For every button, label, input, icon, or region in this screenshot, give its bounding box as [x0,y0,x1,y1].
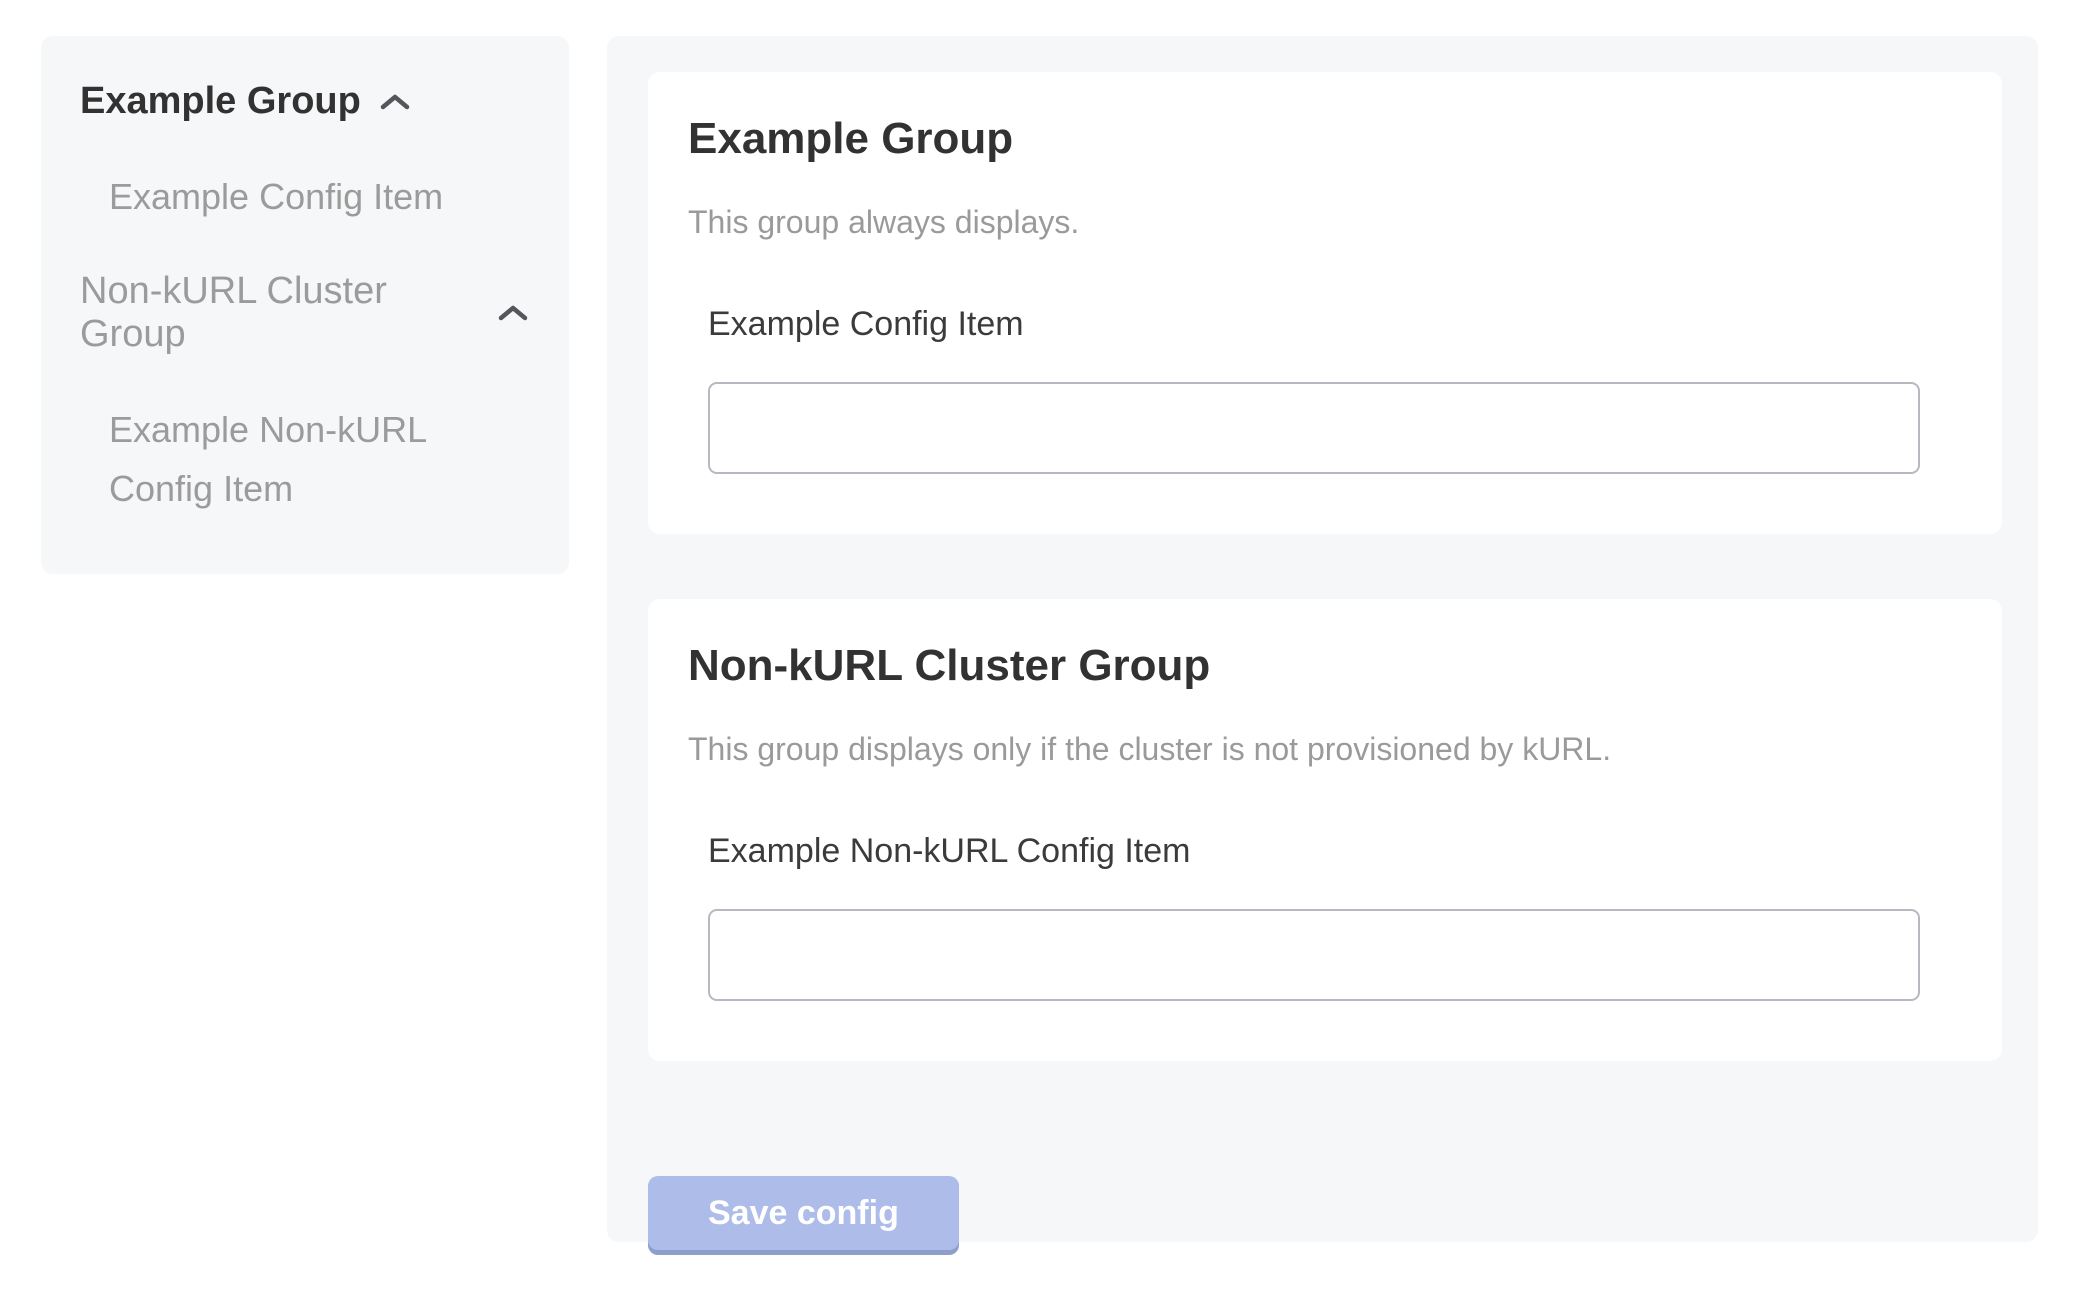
sidebar-item-label: Example Non-kURL Config Item [109,409,426,509]
group-description: This group always displays. [688,204,1962,241]
config-item: Example Non-kURL Config Item [708,832,1962,1001]
group-title: Example Group [688,114,1962,164]
save-config-button[interactable]: Save config [648,1176,959,1250]
group-title: Non-kURL Cluster Group [688,641,1962,691]
config-sidebar: Example Group Example Config Item Non-kU… [41,36,569,574]
chevron-up-icon[interactable] [497,303,529,323]
config-item-label: Example Non-kURL Config Item [708,832,1962,871]
config-group-card-non-kurl-cluster-group: Non-kURL Cluster Group This group displa… [648,599,2002,1061]
group-description: This group displays only if the cluster … [688,731,1962,768]
sidebar-group-label: Non-kURL Cluster Group [80,270,479,356]
sidebar-group-label: Example Group [80,80,361,123]
config-group-card-example-group: Example Group This group always displays… [648,72,2002,534]
config-page: Example Group Example Config Item Non-kU… [0,0,2084,1242]
sidebar-group-non-kurl-cluster-group[interactable]: Non-kURL Cluster Group [80,270,529,356]
config-item: Example Config Item [708,305,1962,474]
chevron-up-icon[interactable] [379,92,411,112]
config-main-panel: Example Group This group always displays… [607,36,2038,1242]
sidebar-group-example-group[interactable]: Example Group [80,80,529,123]
sidebar-item-example-non-kurl-config-item[interactable]: Example Non-kURL Config Item [109,400,529,518]
sidebar-item-example-config-item[interactable]: Example Config Item [109,167,529,226]
example-non-kurl-config-item-input[interactable] [708,909,1920,1001]
example-config-item-input[interactable] [708,382,1920,474]
sidebar-item-label: Example Config Item [109,176,443,217]
config-item-label: Example Config Item [708,305,1962,344]
